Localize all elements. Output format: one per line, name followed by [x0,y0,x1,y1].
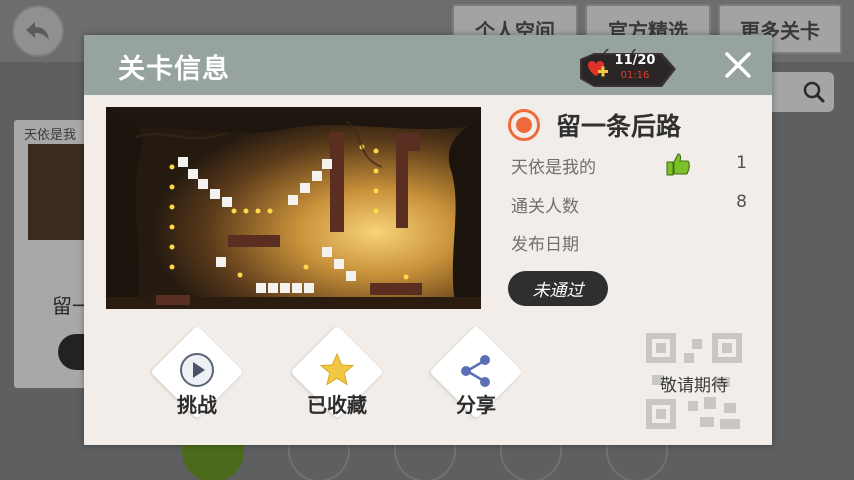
back-button[interactable] [12,5,64,57]
clears-count: 8 [736,192,747,212]
search-icon [803,81,825,103]
thumbs-up-icon[interactable] [665,151,691,177]
share-label: 分享 [456,393,496,417]
level-card-thumbnail [28,144,92,240]
play-icon [180,353,214,387]
author-name[interactable]: 天依是我的 [511,153,596,178]
energy-indicator[interactable]: 11/20 01:16 [574,49,680,89]
qr-coming-soon-label: 敬请期待 [660,376,728,396]
publish-date-label: 发布日期 [511,235,579,255]
energy-timer: 01:16 [620,70,650,81]
share-icon [461,355,490,387]
dialog-header: 关卡信息 11/20 01:16 [84,35,772,95]
search-button[interactable] [772,72,834,112]
clear-status-badge: 未通过 [508,271,608,306]
close-icon [725,52,751,78]
favorite-label: 已收藏 [307,393,367,417]
clears-row: 通关人数 8 [511,190,751,218]
dialog-title: 关卡信息 [118,54,230,85]
level-name-row: 留一条后路 [508,107,681,143]
publish-date-row: 发布日期 [511,228,751,256]
favorite-button[interactable]: 已收藏 [287,325,387,427]
level-info-dialog: 关卡信息 11/20 01:16 留一条后路 天依是我的 1 通关人数 8 发布… [84,35,772,445]
share-button[interactable]: 分享 [426,325,526,427]
level-card-title: 天依是我 [24,128,77,143]
likes-count: 1 [736,153,747,173]
close-button[interactable] [718,45,758,85]
energy-count: 11/20 [614,53,656,68]
level-name: 留一条后路 [556,112,682,141]
back-arrow-icon [26,22,49,40]
radio-icon[interactable] [508,109,540,141]
clears-label: 通关人数 [511,197,579,217]
level-card[interactable]: 天依是我 留一 [14,120,106,388]
star-icon [319,352,355,386]
author-row: 天依是我的 1 [511,151,751,179]
challenge-label: 挑战 [177,393,217,417]
challenge-button[interactable]: 挑战 [147,325,247,427]
level-preview-image [106,107,481,309]
